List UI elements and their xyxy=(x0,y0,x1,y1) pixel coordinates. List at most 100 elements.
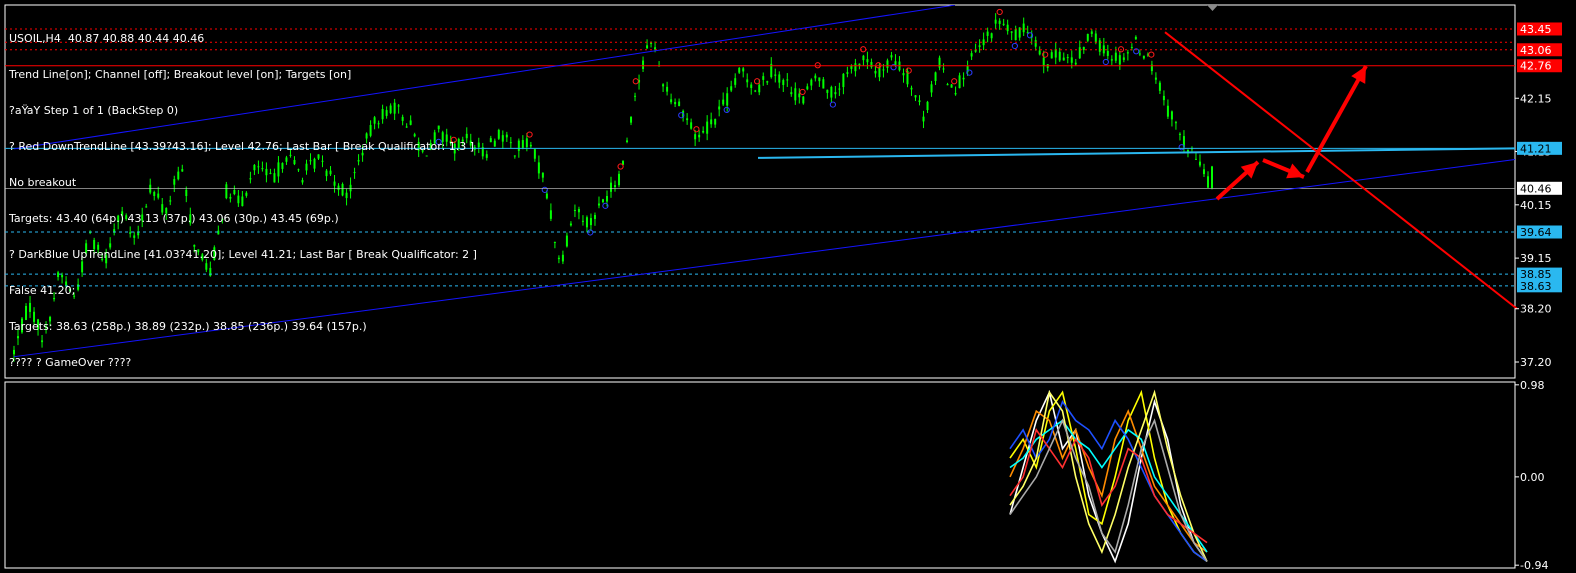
candle-body xyxy=(754,90,757,92)
candle-body xyxy=(834,92,837,95)
oscillator-tick-label: 0.98 xyxy=(1520,379,1545,392)
candle-body xyxy=(553,242,556,244)
candle-body xyxy=(758,84,761,93)
candle-body xyxy=(802,96,805,104)
candle-body xyxy=(998,20,1001,24)
price-label-text: 38.63 xyxy=(1520,280,1552,293)
candle-body xyxy=(950,84,953,88)
candle-body xyxy=(1198,161,1201,166)
candle-body xyxy=(585,217,588,228)
candle-body xyxy=(878,67,881,78)
candle-body xyxy=(934,72,937,82)
candle-body xyxy=(914,95,917,98)
candle-body xyxy=(902,73,905,76)
info-line: ? Red DownTrendLine [43.39?43.16]; Level… xyxy=(9,140,475,153)
candle-body xyxy=(1066,57,1069,59)
candle-body xyxy=(718,106,721,110)
candle-body xyxy=(1050,52,1053,59)
candle-body xyxy=(614,185,617,187)
candle-body xyxy=(970,53,973,57)
candle-body xyxy=(882,69,885,71)
candle-body xyxy=(1154,77,1157,80)
candle-body xyxy=(1094,33,1097,43)
info-line: Targets: 43.40 (64p.) 43.13 (37p.) 43.06… xyxy=(9,212,339,225)
candle-body xyxy=(533,149,536,159)
candle-body xyxy=(862,55,865,61)
candle-body xyxy=(1134,36,1137,40)
candle-body xyxy=(694,134,697,140)
candle-body xyxy=(714,119,717,125)
candle-body xyxy=(678,101,681,107)
candle-body xyxy=(521,140,524,148)
candle-body xyxy=(529,144,532,147)
candle-body xyxy=(806,86,809,90)
candle-body xyxy=(1090,31,1093,34)
candle-body xyxy=(726,93,729,106)
candle-body xyxy=(654,47,657,50)
candle-body xyxy=(501,135,504,142)
candle-body xyxy=(605,195,608,202)
candle-body xyxy=(942,68,945,70)
candle-body xyxy=(1118,55,1121,65)
candle-body xyxy=(786,79,789,81)
price-label-text: 39.64 xyxy=(1520,226,1552,239)
candle-body xyxy=(1211,166,1213,189)
candle-body xyxy=(1054,49,1057,58)
candle-body xyxy=(1070,57,1073,63)
candle-body xyxy=(1042,57,1045,67)
candle-body xyxy=(601,199,604,203)
candle-body xyxy=(517,140,520,151)
candle-body xyxy=(634,95,637,97)
candle-body xyxy=(922,116,925,122)
candle-body xyxy=(670,99,673,103)
candle-body xyxy=(1014,29,1017,41)
price-tick-label: 38.20 xyxy=(1520,303,1552,316)
candle-body xyxy=(626,140,629,142)
candle-body xyxy=(1082,47,1085,50)
price-tick-label: 42.15 xyxy=(1520,92,1552,105)
candle-body xyxy=(1206,176,1209,188)
candle-body xyxy=(686,118,689,121)
candle-body xyxy=(982,39,985,46)
candle-body xyxy=(790,92,793,95)
candle-body xyxy=(1166,105,1169,117)
price-label-text: 42.76 xyxy=(1520,60,1552,73)
candle-body xyxy=(690,122,693,129)
candle-body xyxy=(493,140,496,147)
candle-body xyxy=(926,101,929,111)
candle-body xyxy=(826,89,829,93)
candle-body xyxy=(1102,45,1105,54)
candle-body xyxy=(569,223,572,226)
candle-body xyxy=(1058,51,1061,61)
candle-body xyxy=(497,129,500,139)
candle-body xyxy=(1010,31,1013,33)
candle-body xyxy=(646,45,649,49)
candle-body xyxy=(1130,46,1133,48)
candle-body xyxy=(513,155,516,157)
candle-body xyxy=(1138,53,1141,55)
candle-body xyxy=(1162,95,1165,101)
candle-body xyxy=(842,73,845,88)
candle-body xyxy=(1170,111,1173,120)
candle-body xyxy=(609,182,612,192)
price-label-text: 41.21 xyxy=(1520,142,1552,155)
candle-body xyxy=(589,218,592,226)
candle-body xyxy=(870,62,873,68)
candle-body xyxy=(630,116,633,123)
candle-body xyxy=(489,138,492,143)
candle-body xyxy=(1078,47,1081,59)
candle-body xyxy=(1194,158,1197,160)
candle-body xyxy=(1202,169,1205,175)
candle-body xyxy=(822,79,825,89)
candle-body xyxy=(910,87,913,90)
info-line: ???? ? GameOver ???? xyxy=(9,356,132,369)
candle-body xyxy=(1106,50,1109,56)
candle-body xyxy=(698,134,701,138)
candle-body xyxy=(565,235,568,247)
info-line: ? DarkBlue UpTrendLine [41.03?41.20]; Le… xyxy=(9,248,477,261)
candle-body xyxy=(762,76,765,80)
candle-body xyxy=(746,79,749,83)
candle-body xyxy=(730,86,733,91)
candle-body xyxy=(886,60,889,68)
info-line: No breakout xyxy=(9,176,77,189)
